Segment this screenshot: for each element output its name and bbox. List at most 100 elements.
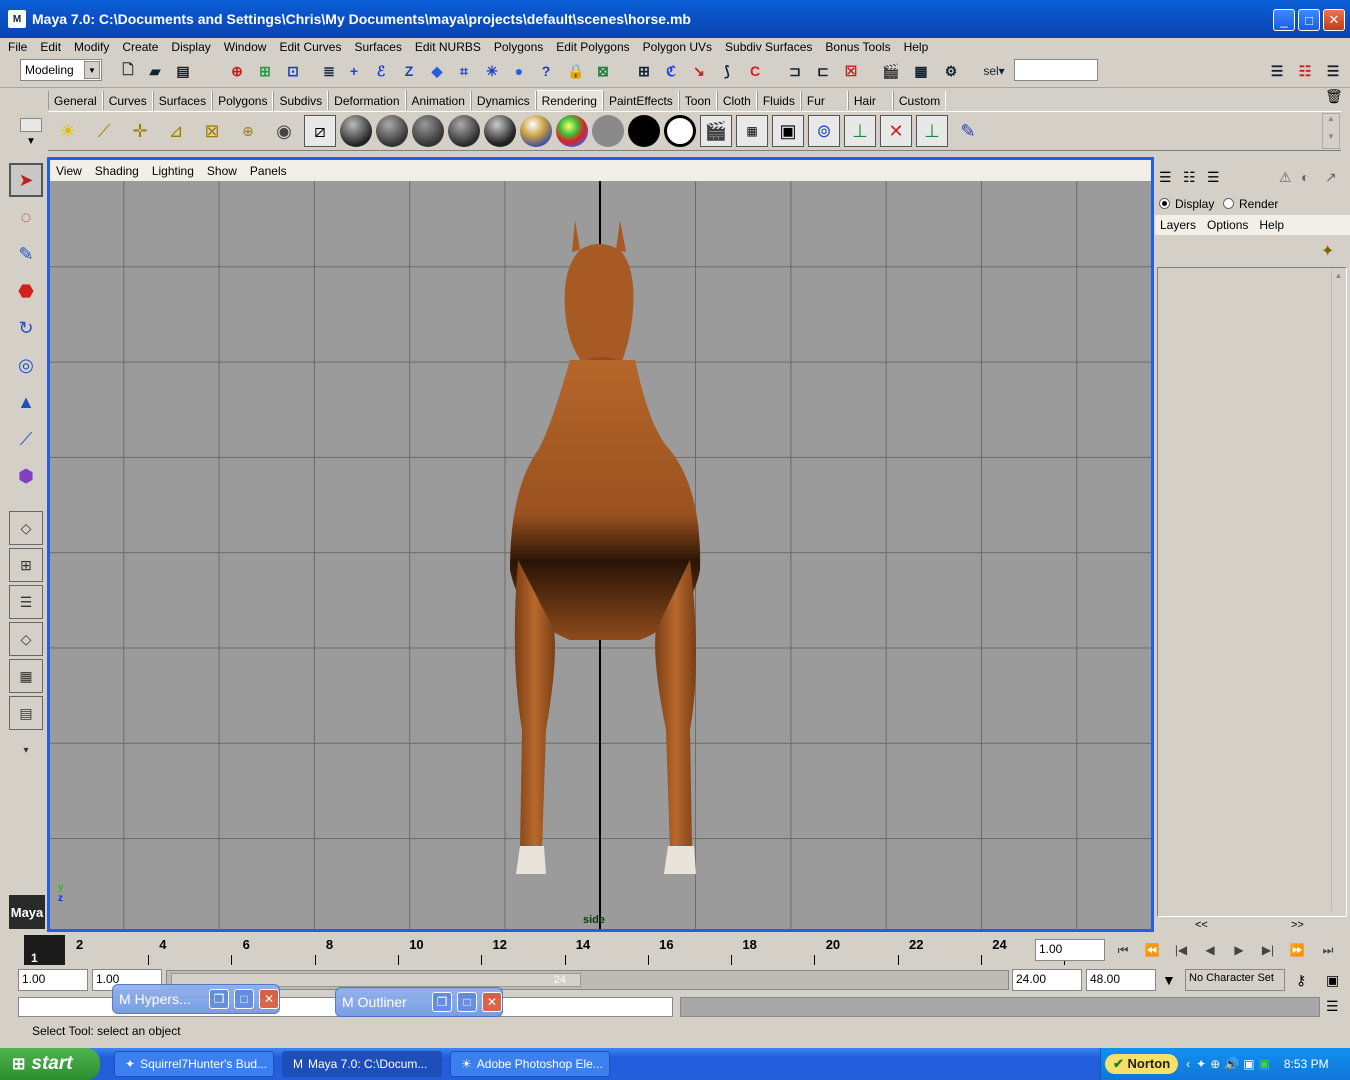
make-light-links-icon[interactable]: ⊥ (916, 115, 948, 147)
menu-edit[interactable]: Edit (40, 40, 61, 54)
rotate-tool-icon[interactable]: ↻ (9, 311, 43, 345)
play-backwards-icon[interactable]: ◀ (1198, 941, 1222, 959)
ramp-shader-sphere-icon[interactable] (556, 115, 588, 147)
viewport-panel[interactable]: View Shading Lighting Show Panels y z si… (47, 157, 1154, 932)
step-back-frame-icon[interactable]: ⏪ (1140, 941, 1164, 959)
panel-menu-show[interactable]: Show (207, 164, 237, 178)
snap-curve-icon[interactable]: ℰ (370, 60, 392, 82)
render-globe-icon[interactable]: ● (508, 60, 530, 82)
surface-shader-sphere-icon[interactable] (628, 115, 660, 147)
go-to-start-icon[interactable]: ⏮ (1111, 941, 1135, 959)
menu-file[interactable]: File (8, 40, 27, 54)
render-settings-icon[interactable]: ⊚ (808, 115, 840, 147)
output-ops-icon[interactable]: ↘ (688, 60, 710, 82)
current-time-field[interactable]: 1.00 (1035, 939, 1105, 961)
ambient-light-icon[interactable]: ☀ (52, 115, 84, 147)
perspective-graph-layout-icon[interactable]: ◇ (9, 622, 43, 656)
layer-list[interactable] (1157, 267, 1347, 917)
select-lock-icon[interactable]: ⊠ (592, 60, 614, 82)
select-tool-icon[interactable]: ➤ (9, 163, 43, 197)
panel-menu-panels[interactable]: Panels (250, 164, 287, 178)
shelf-scrollbar[interactable]: ▲ ▼ (1322, 113, 1340, 149)
shelf-tab-painteffects[interactable]: PaintEffects (602, 91, 679, 110)
menu-edit-nurbs[interactable]: Edit NURBS (415, 40, 481, 54)
blinn-sphere-icon[interactable] (376, 115, 408, 147)
layered-shader-sphere-icon[interactable] (520, 115, 552, 147)
render-globals-icon[interactable]: ⚙ (940, 60, 962, 82)
network-icon[interactable]: ⊕ (1210, 1057, 1220, 1071)
toggle-channel-box-icon[interactable]: ☰ (1322, 60, 1344, 82)
restore-icon[interactable]: ❐ (432, 992, 452, 1012)
single-perspective-layout-icon[interactable]: ◇ (9, 511, 43, 545)
shelf-tab-general[interactable]: General (48, 91, 103, 110)
shelf-tab-animation[interactable]: Animation (405, 91, 471, 110)
maximize-icon[interactable]: □ (457, 992, 477, 1012)
light-linking-icon[interactable]: ⊥ (844, 115, 876, 147)
step-forward-key-icon[interactable]: ▶| (1256, 941, 1280, 959)
lasso-tool-icon[interactable]: ◌ (9, 200, 43, 234)
norton-badge[interactable]: ✔ Norton (1105, 1054, 1179, 1074)
output-line-icon[interactable]: ⊏ (812, 60, 834, 82)
auto-key-icon[interactable]: ⚷ (1296, 972, 1306, 989)
arrow-icon[interactable]: ↗ (1325, 169, 1337, 186)
snap-view-plane-icon[interactable]: ◆ (426, 60, 448, 82)
select-by-component-icon[interactable]: ⊡ (282, 60, 304, 82)
current-frame-marker[interactable]: 1 (24, 935, 65, 965)
new-layer-icon[interactable]: ✦ (1321, 241, 1334, 261)
layer-menu-options[interactable]: Options (1207, 218, 1248, 232)
shelf-tab-fur[interactable]: Fur (800, 91, 848, 110)
character-set-dropdown-icon[interactable]: ▼ (1162, 972, 1176, 988)
point-light-icon[interactable]: ✛ (124, 115, 156, 147)
go-to-end-icon[interactable]: ⏭ (1316, 941, 1340, 959)
shelf-tab-rendering[interactable]: Rendering (535, 90, 603, 110)
help-icon[interactable]: ? (535, 60, 557, 82)
sel-dropdown[interactable]: sel ▾ (976, 60, 1012, 82)
menu-window[interactable]: Window (224, 40, 267, 54)
restore-icon[interactable]: ❐ (209, 989, 229, 1009)
ipr-render-icon[interactable]: ▦ (910, 60, 932, 82)
light-toggle-icon[interactable]: ⚠ (1279, 169, 1292, 186)
time-slider[interactable]: 1 2 4 6 8 10 12 14 16 18 20 22 24 (18, 935, 1066, 965)
ipr-icon[interactable]: ▦ (736, 115, 768, 147)
channel-box-icon[interactable]: ☰ (1159, 169, 1172, 186)
menu-subdiv-surfaces[interactable]: Subdiv Surfaces (725, 40, 812, 54)
close-icon[interactable]: ✕ (259, 989, 279, 1009)
batch-render-icon[interactable]: ▣ (772, 115, 804, 147)
paint-brush-icon[interactable]: ✎ (952, 115, 984, 147)
lambert-sphere-icon[interactable] (412, 115, 444, 147)
end-time-field[interactable]: 48.00 (1086, 969, 1156, 991)
graph-outliner-layout-icon[interactable]: ▤ (9, 696, 43, 730)
maximize-button[interactable]: □ (1298, 9, 1320, 31)
menu-modify[interactable]: Modify (74, 40, 109, 54)
lock-icon[interactable]: 🔒 (565, 60, 587, 82)
open-scene-icon[interactable]: ▰ (144, 60, 166, 82)
window-title-bar[interactable]: M Maya 7.0: C:\Documents and Settings\Ch… (0, 0, 1350, 38)
render-view-icon[interactable]: 🎬 (700, 115, 732, 147)
toggle-tool-settings-icon[interactable]: ☷ (1294, 60, 1316, 82)
shading-toggle-icon[interactable]: ◐ (1301, 169, 1309, 185)
hypershade-minimized-window[interactable]: M Hypers... ❐ □ ✕ (112, 984, 280, 1014)
edit-icon[interactable]: ☒ (840, 60, 862, 82)
layer-editor-icon[interactable]: ☷ (1183, 169, 1196, 186)
shelf-tab-cloth[interactable]: Cloth (716, 91, 757, 110)
hypershade-icon[interactable]: ⧄ (304, 115, 336, 147)
use-background-sphere-icon[interactable] (664, 115, 696, 147)
select-by-object-type-icon[interactable]: ⊞ (254, 60, 276, 82)
anisotropic-sphere-icon[interactable] (340, 115, 372, 147)
menu-help[interactable]: Help (904, 40, 929, 54)
shelf-tab-subdivs[interactable]: Subdivs (273, 91, 329, 110)
shelf-tab-hair[interactable]: Hair (847, 91, 893, 110)
shelf-tab-fluids[interactable]: Fluids (756, 91, 801, 110)
menu-edit-polygons[interactable]: Edit Polygons (556, 40, 629, 54)
volume-icon[interactable]: 🔊 (1224, 1057, 1239, 1071)
hypershade-layout-icon[interactable]: ▦ (9, 659, 43, 693)
script-editor-icon[interactable]: ☰ (1326, 998, 1339, 1015)
construction-history-icon[interactable]: ⊞ (633, 60, 655, 82)
snap-magnet-icon[interactable]: C (744, 60, 766, 82)
new-scene-icon[interactable]: 🗋 (117, 60, 139, 82)
show-manipulator-icon[interactable]: ⬢ (9, 459, 43, 493)
shelf-menu-icon[interactable] (20, 118, 42, 132)
make-live-icon[interactable]: ⌗ (453, 60, 475, 82)
step-back-key-icon[interactable]: |◀ (1169, 941, 1193, 959)
panel-menu-shading[interactable]: Shading (95, 164, 139, 178)
